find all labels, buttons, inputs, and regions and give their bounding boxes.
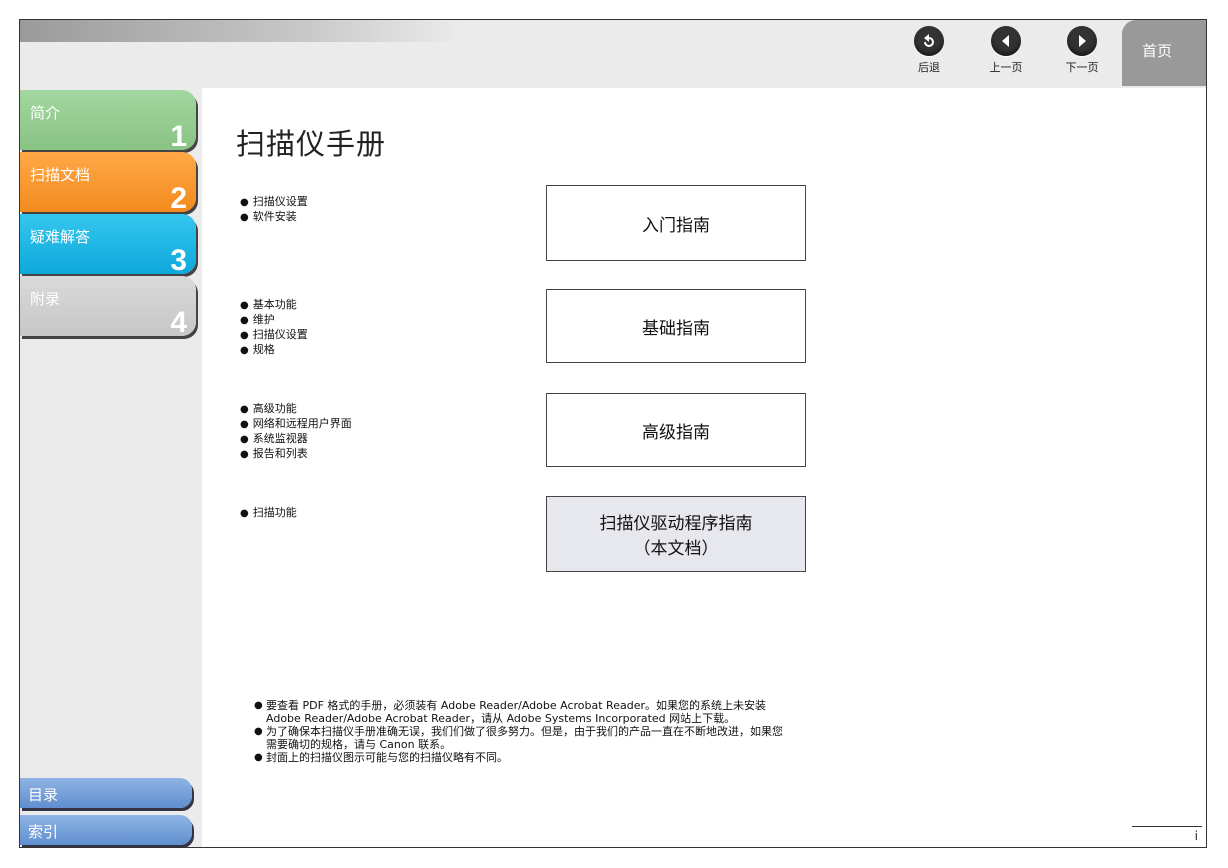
guide-topics-list: 高级功能 网络和远程用户界面 系统监视器 报告和列表 xyxy=(240,402,352,462)
list-item: 扫描功能 xyxy=(240,506,297,521)
tab-label: 附录 xyxy=(30,290,61,308)
guide-sublabel: （本文档） xyxy=(633,539,719,559)
contents-button[interactable]: 目录 xyxy=(20,778,192,808)
back-button[interactable]: 后退 xyxy=(899,26,959,86)
home-label: 首页 xyxy=(1142,42,1173,60)
list-item: 规格 xyxy=(240,343,308,358)
tab-number: 1 xyxy=(170,120,187,153)
guide-label: 基础指南 xyxy=(642,318,710,339)
guide-label: 扫描仪驱动程序指南 xyxy=(599,514,753,534)
prev-page-label: 上一页 xyxy=(989,61,1023,74)
home-button[interactable]: 首页 xyxy=(1122,20,1206,86)
note-item: 为了确保本扫描仪手册准确无误，我们们做了很多努力。但是，由于我们的产品一直在不断… xyxy=(254,725,884,751)
tab-scanning-documents[interactable]: 扫描文档 2 xyxy=(20,152,196,215)
list-item: 报告和列表 xyxy=(240,447,352,462)
guide-label: 高级指南 xyxy=(642,422,710,443)
list-item: 基本功能 xyxy=(240,298,308,313)
note-line: 封面上的扫描仪图示可能与您的扫描仪略有不同。 xyxy=(266,751,508,764)
page-frame: 后退 上一页 下一页 首页 简介 1 扫描文档 2 疑难解答 3 附录 4 目录… xyxy=(19,19,1207,848)
page-number: i xyxy=(1194,829,1198,843)
tab-number: 4 xyxy=(170,306,187,339)
tab-introduction[interactable]: 简介 1 xyxy=(20,90,196,153)
list-item: 维护 xyxy=(240,313,308,328)
tab-label: 简介 xyxy=(30,104,61,122)
sidebar: 简介 1 扫描文档 2 疑难解答 3 附录 4 目录 索引 xyxy=(20,88,202,847)
notes-section: 要查看 PDF 格式的手册，必须装有 Adobe Reader/Adobe Ac… xyxy=(254,699,884,764)
note-line: 需要确切的规格，请与 Canon 联系。 xyxy=(266,738,452,751)
tab-number: 3 xyxy=(170,244,187,277)
note-line: 为了确保本扫描仪手册准确无误，我们们做了很多努力。但是，由于我们的产品一直在不断… xyxy=(266,725,783,738)
starter-guide-button[interactable]: 入门指南 xyxy=(546,185,806,261)
list-item: 扫描仪设置 xyxy=(240,328,308,343)
back-label: 后退 xyxy=(918,61,940,74)
top-toolbar: 后退 上一页 下一页 首页 xyxy=(20,20,1206,88)
next-page-icon xyxy=(1067,26,1097,56)
tab-appendix[interactable]: 附录 4 xyxy=(20,276,196,339)
scanner-driver-guide-button[interactable]: 扫描仪驱动程序指南 （本文档） xyxy=(546,496,806,572)
guide-topics-list: 基本功能 维护 扫描仪设置 规格 xyxy=(240,298,308,358)
index-button[interactable]: 索引 xyxy=(20,815,192,845)
list-item: 高级功能 xyxy=(240,402,352,417)
index-label: 索引 xyxy=(28,823,59,841)
next-page-button[interactable]: 下一页 xyxy=(1052,26,1112,86)
next-page-label: 下一页 xyxy=(1065,61,1099,74)
tab-label: 疑难解答 xyxy=(30,228,91,246)
tab-number: 2 xyxy=(170,182,187,215)
note-item: 封面上的扫描仪图示可能与您的扫描仪略有不同。 xyxy=(254,751,884,764)
list-item: 网络和远程用户界面 xyxy=(240,417,352,432)
prev-page-icon xyxy=(991,26,1021,56)
main-content: 扫描仪手册 扫描仪设置 软件安装 入门指南 基本功能 维护 扫描仪设置 规格 基… xyxy=(202,88,1206,847)
guide-topics-list: 扫描功能 xyxy=(240,506,297,521)
page-number-rule xyxy=(1132,826,1202,827)
list-item: 扫描仪设置 xyxy=(240,195,308,210)
basic-guide-button[interactable]: 基础指南 xyxy=(546,289,806,363)
prev-page-button[interactable]: 上一页 xyxy=(976,26,1036,86)
guide-topics-list: 扫描仪设置 软件安装 xyxy=(240,195,308,225)
advanced-guide-button[interactable]: 高级指南 xyxy=(546,393,806,467)
list-item: 软件安装 xyxy=(240,210,308,225)
guide-label: 入门指南 xyxy=(642,215,710,236)
back-icon xyxy=(914,26,944,56)
page-title: 扫描仪手册 xyxy=(236,127,387,161)
note-line: 要查看 PDF 格式的手册，必须装有 Adobe Reader/Adobe Ac… xyxy=(266,699,766,712)
tab-troubleshooting[interactable]: 疑难解答 3 xyxy=(20,214,196,277)
contents-label: 目录 xyxy=(28,786,59,804)
list-item: 系统监视器 xyxy=(240,432,352,447)
toolbar-gradient xyxy=(20,20,460,42)
tab-label: 扫描文档 xyxy=(30,166,91,184)
note-item: 要查看 PDF 格式的手册，必须装有 Adobe Reader/Adobe Ac… xyxy=(254,699,884,725)
note-line: Adobe Reader/Adobe Acrobat Reader，请从 Ado… xyxy=(266,712,736,725)
